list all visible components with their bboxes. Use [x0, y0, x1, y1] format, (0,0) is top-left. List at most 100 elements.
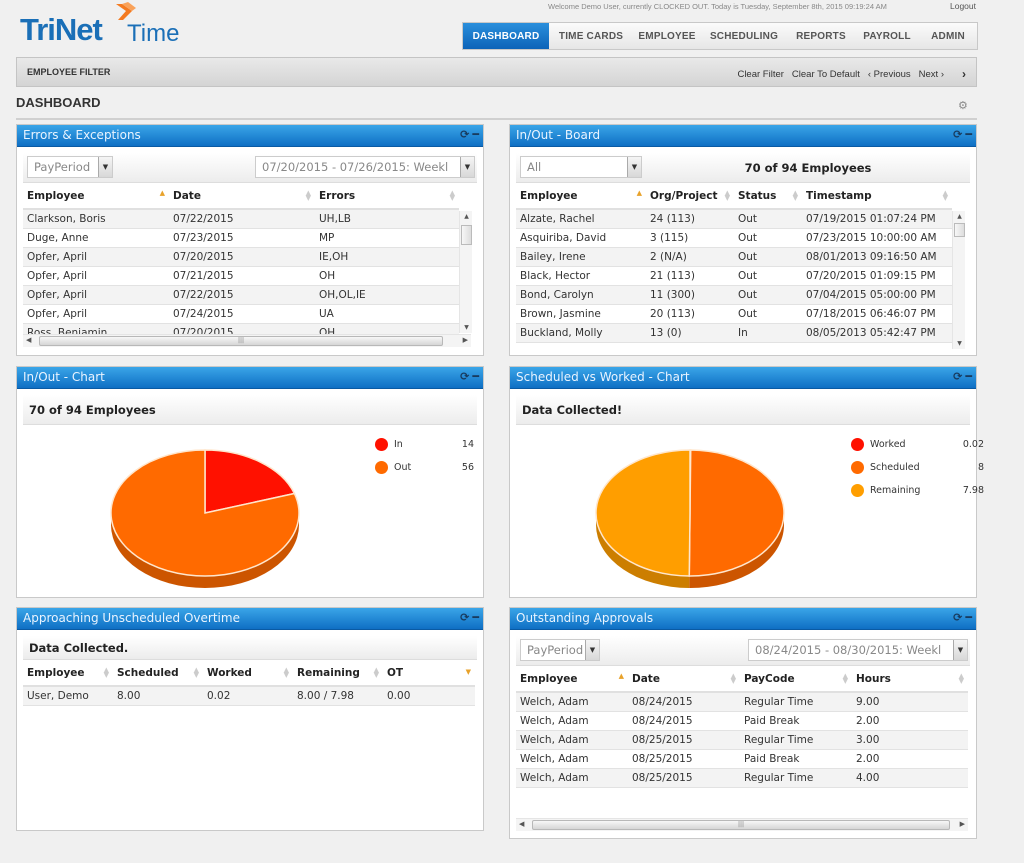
table-row[interactable]: Welch, Adam 08/25/2015 Paid Break 2.00	[516, 749, 968, 769]
table-row[interactable]: Opfer, April 07/20/2015 IE,OH	[23, 247, 459, 267]
table-row[interactable]: Black, Hector 21 (113) Out 07/20/2015 01:09…	[516, 266, 952, 286]
column-header-timestamp[interactable]: Timestamp ▲ ▼	[802, 183, 952, 210]
column-header-remaining[interactable]: Remaining ▲ ▼	[293, 660, 383, 687]
scroll-left-icon[interactable]: ◀	[519, 820, 524, 828]
column-header-date[interactable]: Date ▲ ▼	[628, 666, 740, 693]
refresh-icon[interactable]: ⟳	[953, 370, 962, 384]
table-row[interactable]: Clarkson, Boris 07/22/2015 UH,LB	[23, 209, 459, 229]
column-header-status[interactable]: Status ▲ ▼	[734, 183, 802, 210]
nav-admin[interactable]: ADMIN	[919, 23, 977, 49]
nav-scheduling[interactable]: SCHEDULING	[701, 23, 787, 49]
minimize-icon[interactable]: ━	[965, 128, 972, 142]
minimize-icon[interactable]: ━	[965, 611, 972, 625]
scroll-right-icon[interactable]: ▶	[463, 336, 468, 344]
scroll-up-icon[interactable]: ▲	[460, 213, 473, 220]
scroll-thumb[interactable]: |||	[39, 336, 443, 346]
scroll-thumb[interactable]	[461, 225, 472, 245]
scroll-up-icon[interactable]: ▲	[953, 213, 966, 220]
refresh-icon[interactable]: ⟳	[460, 611, 469, 625]
table-row[interactable]: Alzate, Rachel 24 (113) Out 07/19/2015 01:0…	[516, 209, 952, 229]
legend-item[interactable]: Scheduled 8	[851, 456, 984, 479]
legend-item[interactable]: Out 56	[375, 456, 474, 479]
table-cell: Bond, Carolyn	[516, 285, 646, 305]
chevron-down-icon: ▼	[953, 640, 967, 660]
nav-time-cards[interactable]: TIME CARDS	[549, 23, 633, 49]
status-bar: Data Collected.	[23, 636, 477, 660]
column-header-errors[interactable]: Errors ▲ ▼	[315, 183, 459, 210]
nav-dashboard[interactable]: DASHBOARD	[463, 23, 549, 49]
column-header-employee[interactable]: Employee ▲	[516, 183, 646, 210]
table-row[interactable]: Bailey, Irene 2 (N/A) Out 08/01/2013 09:16:…	[516, 247, 952, 267]
refresh-icon[interactable]: ⟳	[460, 370, 469, 384]
legend-item[interactable]: Remaining 7.98	[851, 479, 984, 502]
table-row[interactable]: Opfer, April 07/21/2015 OH	[23, 266, 459, 286]
column-header-worked[interactable]: Worked ▲ ▼	[203, 660, 293, 687]
minimize-icon[interactable]: ━	[472, 611, 479, 625]
column-header-employee[interactable]: Employee ▲ ▼	[23, 660, 113, 687]
minimize-icon[interactable]: ━	[965, 370, 972, 384]
minimize-icon[interactable]: ━	[472, 370, 479, 384]
column-header-employee[interactable]: Employee ▲	[516, 666, 628, 693]
table-row[interactable]: Bond, Carolyn 11 (300) Out 07/04/2015 05:00…	[516, 285, 952, 305]
table-row[interactable]: Asquiriba, David 3 (115) Out 07/23/2015 10:…	[516, 228, 952, 248]
horizontal-scrollbar[interactable]: ◀ ||| ▶	[516, 818, 968, 831]
table-row[interactable]: Opfer, April 07/24/2015 UA	[23, 304, 459, 324]
period-range-select[interactable]: 07/20/2015 - 07/26/2015: Weekl ▼	[255, 156, 475, 178]
vertical-scrollbar[interactable]: ▲ ▼	[952, 211, 965, 349]
clear-filter-link[interactable]: Clear Filter	[737, 69, 783, 80]
next-link[interactable]: Next ›	[919, 69, 944, 80]
column-header-ot[interactable]: OT ▼	[383, 660, 475, 687]
chart-title: Data Collected!	[522, 403, 623, 417]
refresh-icon[interactable]: ⟳	[953, 611, 962, 625]
scroll-down-icon[interactable]: ▼	[953, 340, 966, 347]
column-header-employee[interactable]: Employee ▲	[23, 183, 169, 210]
panel-title: Outstanding Approvals	[516, 611, 654, 625]
refresh-icon[interactable]: ⟳	[953, 128, 962, 142]
legend-item[interactable]: Worked 0.02	[851, 433, 984, 456]
clear-to-default-link[interactable]: Clear To Default	[792, 69, 860, 80]
table-row[interactable]: Opfer, April 07/22/2015 OH,OL,IE	[23, 285, 459, 305]
panel-header: Scheduled vs Worked - Chart ⟳ ━	[510, 367, 976, 389]
table-row[interactable]: Brown, Jasmine 20 (113) Out 07/18/2015 06:4…	[516, 304, 952, 324]
column-header-date[interactable]: Date ▲ ▼	[169, 183, 315, 210]
header-label: PayCode	[744, 672, 795, 685]
scroll-thumb[interactable]	[954, 223, 965, 237]
table-row[interactable]: User, Demo 8.00 0.02 8.00 / 7.98 0.00	[23, 686, 475, 706]
refresh-icon[interactable]: ⟳	[460, 128, 469, 142]
period-type-select[interactable]: PayPeriod ▼	[520, 639, 600, 661]
previous-label: Previous	[873, 68, 911, 80]
scroll-right-icon[interactable]: ▶	[960, 820, 965, 828]
column-header-org-project[interactable]: Org/Project ▲ ▼	[646, 183, 734, 210]
gear-icon[interactable]: ⚙	[958, 99, 968, 112]
column-header-scheduled[interactable]: Scheduled ▲ ▼	[113, 660, 203, 687]
vertical-scrollbar[interactable]: ▲ ▼	[459, 211, 472, 333]
period-range-select[interactable]: 08/24/2015 - 08/30/2015: Weekl ▼	[748, 639, 968, 661]
expand-filter-icon[interactable]: ›	[962, 67, 966, 81]
table-row[interactable]: Buckland, Molly 13 (0) In 08/05/2013 05:42:…	[516, 323, 952, 343]
scroll-down-icon[interactable]: ▼	[460, 324, 473, 331]
table-cell: In	[734, 323, 802, 343]
horizontal-scrollbar[interactable]: ◀ ||| ▶	[23, 334, 471, 347]
previous-link[interactable]: ‹ Previous	[868, 69, 911, 80]
period-type-select[interactable]: PayPeriod ▼	[27, 156, 113, 178]
table-row[interactable]: Welch, Adam 08/24/2015 Paid Break 2.00	[516, 711, 968, 731]
table-row[interactable]: Welch, Adam 08/25/2015 Regular Time 3.00	[516, 730, 968, 750]
minimize-icon[interactable]: ━	[472, 128, 479, 142]
table-cell: 07/23/2015 10:00:00 AM	[802, 228, 952, 248]
scroll-thumb[interactable]: |||	[532, 820, 950, 830]
table-row[interactable]: Welch, Adam 08/24/2015 Regular Time 9.00	[516, 692, 968, 712]
nav-payroll[interactable]: PAYROLL	[855, 23, 919, 49]
column-header-paycode[interactable]: PayCode ▲ ▼	[740, 666, 852, 693]
employee-filter-toggle[interactable]: EMPLOYEE FILTER	[27, 67, 110, 77]
logout-link[interactable]: Logout	[950, 1, 976, 11]
table-row[interactable]: Duge, Anne 07/23/2015 MP	[23, 228, 459, 248]
sort-icon: ▲ ▼	[305, 189, 311, 202]
nav-reports[interactable]: REPORTS	[787, 23, 855, 49]
column-header-hours[interactable]: Hours ▲ ▼	[852, 666, 968, 693]
scroll-left-icon[interactable]: ◀	[26, 336, 31, 344]
legend-item[interactable]: In 14	[375, 433, 474, 456]
nav-employee[interactable]: EMPLOYEE	[633, 23, 701, 49]
table-row[interactable]: Welch, Adam 08/25/2015 Regular Time 4.00	[516, 768, 968, 788]
outstanding-approvals-panel: Outstanding Approvals ⟳ ━ PayPeriod ▼ 08…	[509, 607, 977, 839]
table-cell: Duge, Anne	[23, 228, 169, 248]
